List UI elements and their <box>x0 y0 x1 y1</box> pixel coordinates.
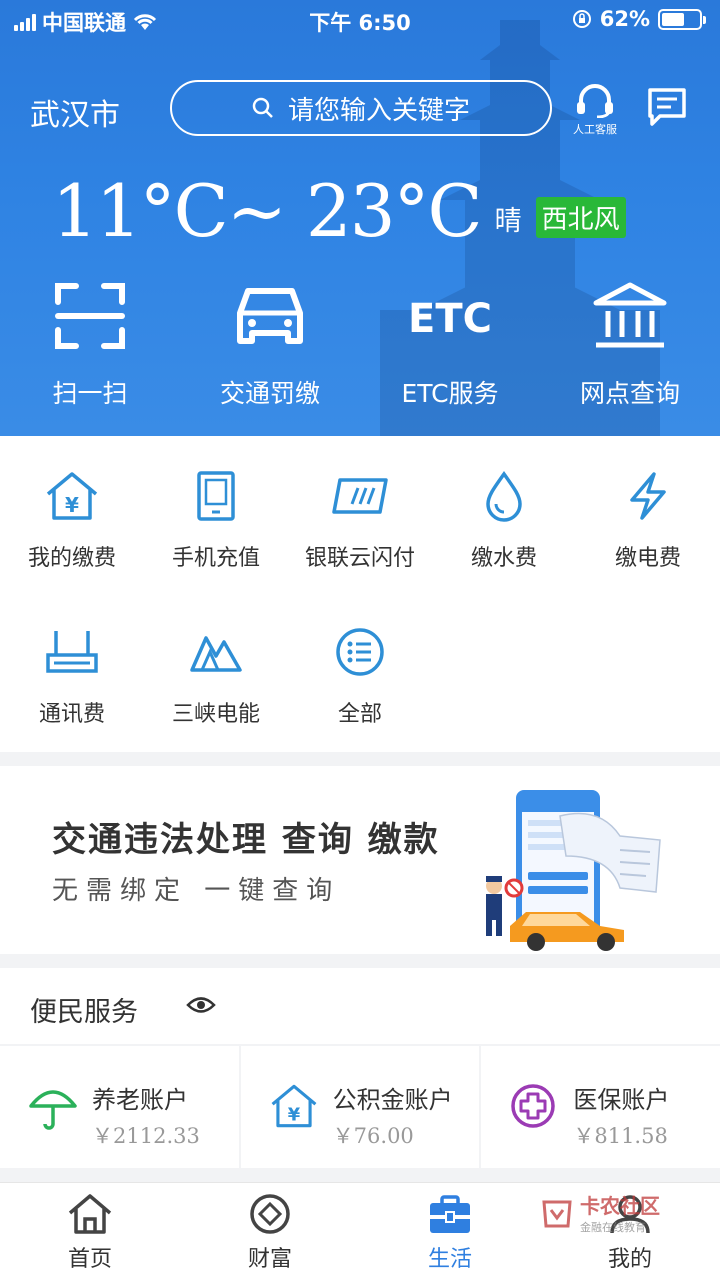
headset-icon <box>577 84 613 119</box>
quick-action-label: 扫一扫 <box>52 379 128 408</box>
banner-title: 交通违法处理 查询 缴款 <box>52 820 440 860</box>
medical-insurance-account[interactable]: 医保账户 ￥811.58 <box>481 1046 720 1168</box>
service-label: 通讯费 <box>38 702 105 727</box>
house-yuan-icon: ¥ <box>46 472 98 520</box>
service-label: 缴水费 <box>470 546 537 571</box>
service-label: 全部 <box>337 702 382 727</box>
bank-icon <box>593 282 667 348</box>
watermark-logo <box>542 1200 572 1227</box>
svg-text:¥: ¥ <box>287 1104 300 1125</box>
account-balance: ￥76.00 <box>332 1124 414 1148</box>
quick-action-traffic-fine[interactable]: 交通罚缴 <box>180 276 360 410</box>
customer-service-label: 人工客服 <box>573 123 617 136</box>
tab-wealth[interactable]: 财富 <box>180 1183 360 1280</box>
account-name: 医保账户 <box>573 1086 670 1114</box>
card-icon <box>332 478 388 514</box>
housing-fund-account[interactable]: ¥ 公积金账户 ￥76.00 <box>240 1046 480 1168</box>
quick-action-label: 交通罚缴 <box>219 379 320 408</box>
banner-illustration <box>486 790 661 951</box>
account-name: 养老账户 <box>92 1086 188 1114</box>
banner-subtitle: 无需绑定 一键查询 <box>52 876 341 906</box>
service-electric-bill[interactable]: 缴电费 <box>576 462 720 572</box>
service-label: 我的缴费 <box>27 546 116 571</box>
tab-label: 我的 <box>607 1247 652 1272</box>
hero-header: 中国联通 下午 6:50 62% 武汉市 请您输入关键字 人工客服 11°C~ … <box>0 0 720 436</box>
pension-account[interactable]: 养老账户 ￥2112.33 <box>0 1046 239 1168</box>
router-icon <box>46 631 98 673</box>
service-water-bill[interactable]: 缴水费 <box>432 462 576 572</box>
service-unionpay[interactable]: 银联云闪付 <box>288 462 432 572</box>
service-telecom-bill[interactable]: 通讯费 <box>0 618 144 728</box>
service-all[interactable]: 全部 <box>288 618 432 728</box>
battery-percent: 62% <box>599 7 650 31</box>
status-bar: 中国联通 下午 6:50 62% <box>0 0 720 40</box>
convenience-section-header: 便民服务 <box>0 968 720 1044</box>
weather-condition: 晴 <box>494 206 522 237</box>
medical-cross-icon <box>511 1084 556 1128</box>
house-yuan-icon: ¥ <box>271 1084 317 1128</box>
quick-action-branch-locator[interactable]: 网点查询 <box>540 276 720 410</box>
water-drop-icon <box>486 470 522 522</box>
tab-home[interactable]: 首页 <box>0 1183 180 1280</box>
search-placeholder: 请您输入关键字 <box>287 95 470 126</box>
scan-icon <box>55 283 125 349</box>
service-three-gorges[interactable]: 三峡电能 <box>144 618 288 728</box>
quick-action-scan[interactable]: 扫一扫 <box>0 276 180 410</box>
etc-icon: ETC <box>408 296 492 340</box>
umbrella-icon <box>29 1090 77 1130</box>
quick-actions: 扫一扫 交通罚缴 ETC ETC服务 网点查询 <box>0 276 720 410</box>
tab-label: 首页 <box>67 1247 112 1272</box>
svg-text:ETC: ETC <box>408 296 492 340</box>
accounts-row: 养老账户 ￥2112.33 ¥ 公积金账户 ￥76.00 医保账户 ￥811.5… <box>0 1046 720 1168</box>
account-balance: ￥811.58 <box>573 1124 668 1148</box>
quick-action-etc[interactable]: ETC ETC服务 <box>360 276 540 410</box>
service-label: 缴电费 <box>614 546 681 571</box>
quick-action-label: 网点查询 <box>579 379 680 408</box>
customer-service-button[interactable]: 人工客服 <box>568 84 622 137</box>
service-mobile-topup[interactable]: 手机充值 <box>144 462 288 572</box>
battery-icon <box>658 8 706 30</box>
watermark: 卡农社区 金融在线教育 <box>540 1190 660 1235</box>
phone-icon <box>197 471 235 521</box>
rotation-lock-icon <box>572 10 591 28</box>
city-selector[interactable]: 武汉市 <box>30 90 120 134</box>
briefcase-icon <box>430 1195 470 1233</box>
service-my-payments[interactable]: ¥ 我的缴费 <box>0 462 144 572</box>
tab-life[interactable]: 生活 <box>360 1183 540 1280</box>
account-balance: ￥2112.33 <box>92 1124 200 1148</box>
service-label: 三峡电能 <box>171 702 260 727</box>
car-icon <box>237 288 303 344</box>
weather-panel: 11°C~ 23°C 晴 西北风 <box>52 168 626 254</box>
wealth-icon <box>250 1194 290 1234</box>
wind-badge: 西北风 <box>535 197 626 238</box>
home-icon <box>68 1194 112 1234</box>
mountain-icon <box>190 636 242 672</box>
tab-label: 财富 <box>247 1247 292 1272</box>
message-icon[interactable] <box>646 86 688 128</box>
list-icon <box>336 628 384 676</box>
watermark-slogan: 金融在线教育 <box>580 1221 646 1234</box>
services-grid: ¥ 我的缴费 手机充值 银联云闪付 缴水费 缴电费 通讯费 三峡电能 全部 <box>0 436 720 752</box>
service-label: 手机充值 <box>171 546 260 571</box>
temperature-range: 11°C~ 23°C <box>52 169 483 253</box>
tab-label: 生活 <box>427 1247 472 1272</box>
service-label: 银联云闪付 <box>304 546 415 571</box>
account-name: 公积金账户 <box>332 1086 453 1114</box>
search-input[interactable]: 请您输入关键字 <box>170 80 552 136</box>
svg-text:¥: ¥ <box>65 493 79 517</box>
watermark-name: 卡农社区 <box>580 1194 660 1218</box>
traffic-violation-banner[interactable]: 交通违法处理 查询 缴款 无需绑定 一键查询 <box>0 766 720 954</box>
quick-action-label: ETC服务 <box>401 379 499 408</box>
section-title: 便民服务 <box>30 997 138 1028</box>
eye-icon[interactable] <box>186 994 216 1016</box>
lightning-icon <box>630 472 666 520</box>
search-icon <box>252 97 273 118</box>
